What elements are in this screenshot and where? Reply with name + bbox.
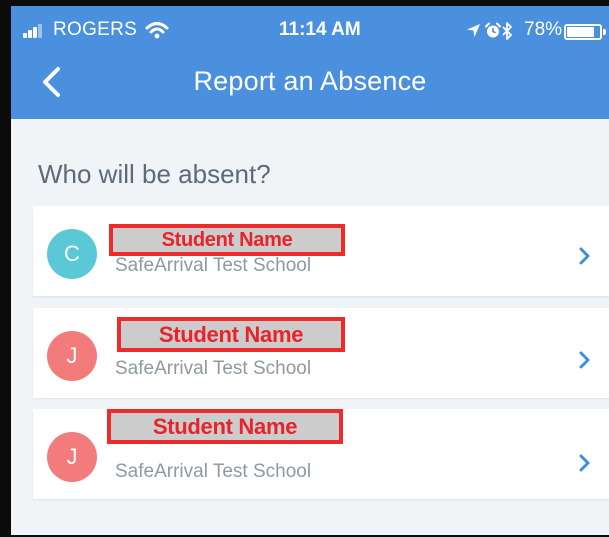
student-school: SafeArrival Test School (115, 358, 312, 379)
student-school: SafeArrival Test School (115, 461, 312, 482)
phone-screen: ROGERS 11:14 AM 78% Report an Absence Wh… (0, 0, 609, 537)
clock-time: 11:14 AM (279, 19, 361, 40)
student-avatar: J (47, 432, 97, 482)
signal-icon (23, 24, 49, 38)
student-name-redacted: Student Name (107, 409, 343, 444)
chevron-right-icon (579, 454, 590, 472)
section-prompt: Who will be absent? (38, 159, 271, 189)
wifi-icon (145, 22, 169, 39)
page-title: Report an Absence (193, 66, 427, 96)
chevron-right-icon (579, 351, 590, 369)
student-name-redacted: Student Name (109, 224, 345, 256)
student-list-item[interactable]: J Student Name SafeArrival Test School (33, 409, 609, 499)
chevron-right-icon (579, 247, 590, 265)
student-avatar: J (47, 331, 97, 381)
student-avatar: C (47, 229, 97, 279)
battery-icon (564, 24, 606, 40)
student-list-item[interactable]: J Student Name SafeArrival Test School (33, 308, 609, 398)
bluetooth-icon (502, 22, 512, 40)
student-list-item[interactable]: C Student Name SafeArrival Test School (33, 206, 609, 296)
battery-percent: 78% (524, 19, 563, 40)
app-header: ROGERS 11:14 AM 78% Report an Absence (11, 6, 609, 119)
status-bar: ROGERS 11:14 AM 78% (11, 6, 609, 46)
student-name-redacted: Student Name (117, 317, 345, 352)
alarm-icon (485, 22, 501, 38)
student-school: SafeArrival Test School (115, 255, 312, 276)
carrier-label: ROGERS (53, 19, 138, 40)
location-arrow-icon (466, 23, 481, 38)
